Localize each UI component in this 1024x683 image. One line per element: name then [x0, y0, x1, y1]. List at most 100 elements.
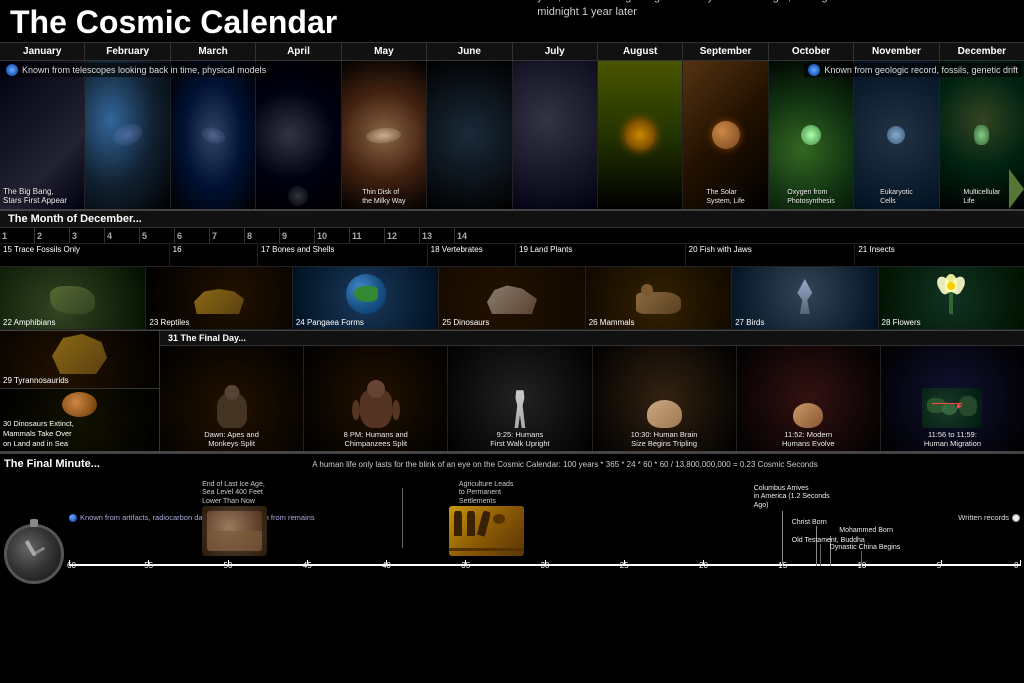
- event-fish-jaws: 20 Fish with Jaws: [686, 244, 856, 266]
- stopwatch-icon: [4, 524, 64, 584]
- month-jan: January: [0, 43, 85, 60]
- event-apes-monkeys: Dawn: Apes andMonkeys Split: [160, 346, 304, 451]
- fd-right: 31 The Final Day... Dawn: Apes andMonkey…: [160, 331, 1024, 451]
- dn-6: 6: [175, 228, 210, 243]
- dn-4: 4: [105, 228, 140, 243]
- fd-right-header: 31 The Final Day...: [160, 331, 1024, 346]
- event-tyrannosaurids: 29 Tyrannosaurids: [0, 331, 159, 388]
- fm-subtitle: A human life only lasts for the blink of…: [110, 460, 1020, 469]
- event-dinosaurs: 25 Dinosaurs: [439, 267, 585, 329]
- event-vertebrates: 18 Vertebrates: [428, 244, 516, 266]
- fd-left: 29 Tyrannosaurids 30 Dinosaurs Extinct,M…: [0, 331, 160, 451]
- event-bones: 17 Bones and Shells: [258, 244, 428, 266]
- tick-0: 0: [1014, 561, 1018, 570]
- main-title: The Cosmic Calendar: [10, 6, 337, 38]
- fm-label-artifacts: Known from artifacts, radiocarbon dating…: [69, 476, 315, 559]
- event-chimp-label: 8 PM: Humans andChimpanzees Split: [344, 430, 408, 448]
- geologic-icon: [808, 64, 820, 76]
- event-modern-humans: 11:52: ModernHumans Evolve: [737, 346, 881, 451]
- may-label: Thin Disk ofthe Milky Way: [362, 189, 405, 206]
- month-img-jul: [513, 61, 598, 209]
- telescope-icon: [6, 64, 18, 76]
- month-may: May: [342, 43, 427, 60]
- dn-5: 5: [140, 228, 175, 243]
- event-chimp-split: 8 PM: Humans andChimpanzees Split: [304, 346, 448, 451]
- dn-7: 7: [210, 228, 245, 243]
- event-16: 16: [170, 244, 258, 266]
- month-img-oct: Oxygen fromPhotosynthesis: [769, 61, 854, 209]
- event-birds: 27 Birds: [732, 267, 878, 329]
- month-dec: December: [940, 43, 1024, 60]
- event-reptiles: 23 Reptiles: [146, 267, 292, 329]
- dec-header: The Month of December...: [0, 211, 1024, 228]
- month-jul: July: [513, 43, 598, 60]
- month-apr: April: [256, 43, 341, 60]
- dynastic-china-label: Dynastic China Begins: [830, 544, 900, 551]
- ice-age-image: [202, 506, 267, 556]
- month-img-jan: The Big Bang,Stars First Appear: [0, 61, 85, 209]
- dn-3: 3: [70, 228, 105, 243]
- dn-1: 1: [0, 228, 35, 243]
- oct-label: Oxygen fromPhotosynthesis: [787, 189, 834, 206]
- event-land-plants: 19 Land Plants: [516, 244, 686, 266]
- section-arrow: [1009, 169, 1024, 209]
- month-jun: June: [427, 43, 512, 60]
- month-img-may: Thin Disk ofthe Milky Way: [342, 61, 427, 209]
- artifacts-icon: [69, 514, 77, 522]
- dn-13: 13: [420, 228, 455, 243]
- dn-11: 11: [350, 228, 385, 243]
- fm-label-written: Written records: [958, 476, 1020, 559]
- event-pangaea: 24 Pangaea Forms: [293, 267, 439, 329]
- month-aug: August: [598, 43, 683, 60]
- final-minute-section: The Final Minute... A human life only la…: [0, 452, 1024, 588]
- event-migration-label: 11:56 to 11:59:Human Migration: [924, 430, 981, 448]
- mohammed-label: Mohammed Born: [839, 527, 893, 534]
- top-image-cells: The Big Bang,Stars First Appear Thin Dis…: [0, 61, 1024, 209]
- fm-content: Known from artifacts, radiocarbon dating…: [4, 474, 1020, 584]
- written-records-icon: [1012, 514, 1020, 522]
- event-walk-upright: 9:25: HumansFirst Walk Upright: [448, 346, 592, 451]
- final-day-grid: 29 Tyrannosaurids 30 Dinosaurs Extinct,M…: [0, 331, 1024, 451]
- banner-left: Known from telescopes looking back in ti…: [2, 63, 270, 77]
- columbus-label: Columbus Arrivesin America (1.2 Seconds …: [754, 485, 844, 510]
- dec-top-label: MulticellularLife: [963, 189, 1000, 206]
- month-img-jun: [427, 61, 512, 209]
- fd-right-content: Dawn: Apes andMonkeys Split 8 PM: Humans…: [160, 346, 1024, 451]
- ice-age-label: End of Last Ice Age,Sea Level 400 FeetLo…: [202, 481, 272, 506]
- event-flowers: 28 Flowers: [879, 267, 1024, 329]
- agriculture-label: Agriculture Leadsto PermanentSettlements: [459, 481, 529, 506]
- dec-num-row1: 1 2 3 4 5 6 7 8 9 10 11 12 13 14: [0, 228, 1024, 244]
- dn-9: 9: [280, 228, 315, 243]
- month-feb: February: [85, 43, 170, 60]
- dec-text-row1: 15 Trace Fossils Only 16 17 Bones and Sh…: [0, 244, 1024, 267]
- dn-2: 2: [35, 228, 70, 243]
- header: The Cosmic Calendar The 13.8 billion yea…: [0, 0, 1024, 42]
- banner-right: Known from geologic record, fossils, gen…: [804, 63, 1022, 77]
- event-trace-fossils: 15 Trace Fossils Only: [0, 244, 170, 266]
- fm-header: The Final Minute... A human life only la…: [4, 458, 1020, 470]
- fm-title: The Final Minute...: [4, 458, 100, 470]
- months-bar: January February March April May June Ju…: [0, 42, 1024, 61]
- event-insects: 21 Insects: [855, 244, 1024, 266]
- dn-10: 10: [315, 228, 350, 243]
- jan-label: The Big Bang,Stars First Appear: [3, 187, 67, 206]
- event-apes-label: Dawn: Apes andMonkeys Split: [204, 430, 259, 448]
- event-migration: 11:56 to 11:59:Human Migration: [881, 346, 1024, 451]
- dec-img-row: 22 Amphibians 23 Reptiles 24 Pangaea For…: [0, 267, 1024, 330]
- sep-label: The SolarSystem, Life: [706, 189, 745, 206]
- event-brain-size: 10:30: Human BrainSize Begins Tripling: [593, 346, 737, 451]
- month-img-aug: [598, 61, 683, 209]
- dn-12: 12: [385, 228, 420, 243]
- dn-8: 8: [245, 228, 280, 243]
- event-walk-label: 9:25: HumansFirst Walk Upright: [490, 430, 549, 448]
- agriculture-image: [449, 506, 524, 556]
- event-dino-extinct: 30 Dinosaurs Extinct,Mammals Take Overon…: [0, 388, 159, 451]
- old-testament-label: Old Testament, Buddha: [792, 537, 865, 544]
- event-mammals: 26 Mammals: [586, 267, 732, 329]
- month-oct: October: [769, 43, 854, 60]
- month-mar: March: [171, 43, 256, 60]
- dn-14: 14: [455, 228, 490, 243]
- month-img-mar: [171, 61, 256, 209]
- subtitle: The 13.8 billion year history of the uni…: [537, 0, 877, 19]
- month-img-apr: [256, 61, 341, 209]
